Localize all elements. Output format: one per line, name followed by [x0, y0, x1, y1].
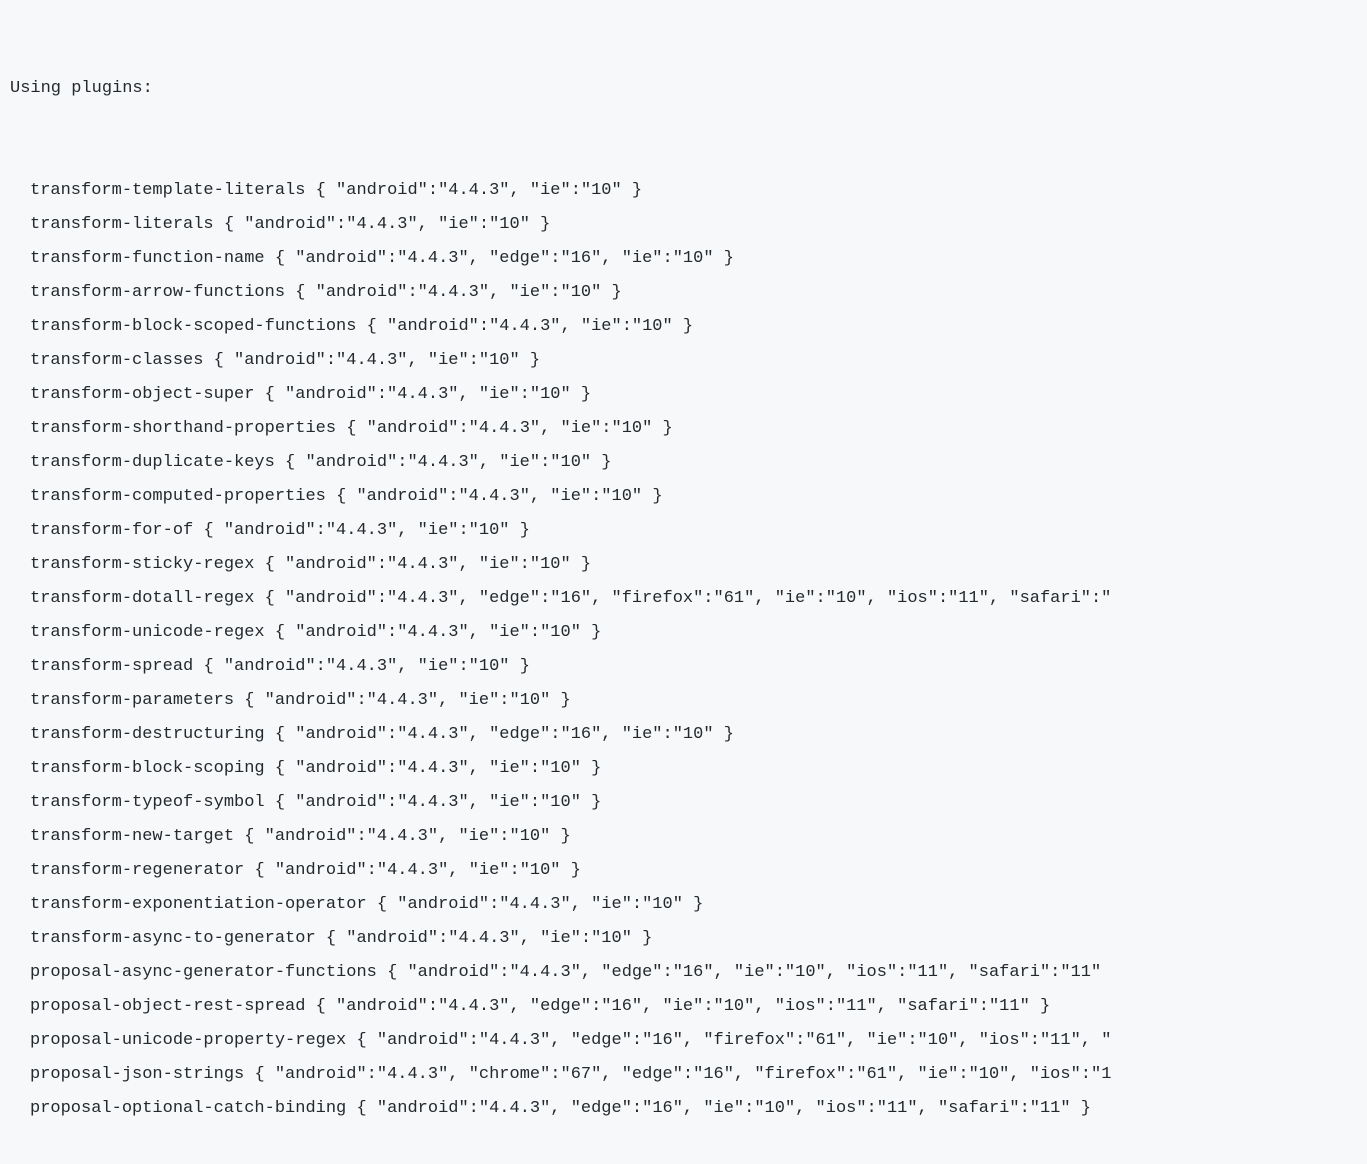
plugin-targets: { "android":"4.4.3", "ie":"10" }: [367, 317, 693, 336]
plugin-name: transform-computed-properties: [30, 487, 326, 506]
plugin-line: transform-typeof-symbol { "android":"4.4…: [10, 786, 1367, 820]
plugin-line: proposal-object-rest-spread { "android":…: [10, 990, 1367, 1024]
plugin-name: transform-literals: [30, 215, 214, 234]
plugin-name: transform-block-scoping: [30, 759, 265, 778]
plugin-targets: { "android":"4.4.3", "ie":"10" }: [346, 419, 672, 438]
plugin-line: transform-for-of { "android":"4.4.3", "i…: [10, 514, 1367, 548]
plugin-name: transform-for-of: [30, 521, 193, 540]
plugin-name: transform-spread: [30, 657, 193, 676]
plugin-targets: { "android":"4.4.3", "ie":"10" }: [244, 691, 570, 710]
plugin-targets: { "android":"4.4.3", "ie":"10" }: [265, 555, 591, 574]
plugin-targets: { "android":"4.4.3", "ie":"10" }: [203, 521, 529, 540]
plugin-targets: { "android":"4.4.3", "edge":"16", "ie":"…: [387, 963, 1101, 982]
plugins-list: transform-template-literals { "android":…: [10, 174, 1367, 1126]
plugin-targets: { "android":"4.4.3", "ie":"10" }: [244, 827, 570, 846]
plugin-name: transform-sticky-regex: [30, 555, 254, 574]
code-block: Using plugins: transform-template-litera…: [0, 4, 1367, 1160]
plugin-line: transform-shorthand-properties { "androi…: [10, 412, 1367, 446]
plugin-line: transform-object-super { "android":"4.4.…: [10, 378, 1367, 412]
plugin-targets: { "android":"4.4.3", "edge":"16", "ie":"…: [275, 725, 734, 744]
plugin-name: proposal-async-generator-functions: [30, 963, 377, 982]
plugin-name: transform-regenerator: [30, 861, 244, 880]
plugin-line: transform-literals { "android":"4.4.3", …: [10, 208, 1367, 242]
plugin-targets: { "android":"4.4.3", "ie":"10" }: [224, 215, 550, 234]
plugin-name: transform-function-name: [30, 249, 265, 268]
plugin-name: transform-parameters: [30, 691, 234, 710]
plugin-line: transform-exponentiation-operator { "and…: [10, 888, 1367, 922]
plugin-targets: { "android":"4.4.3", "edge":"16", "ie":"…: [275, 249, 734, 268]
plugin-name: transform-shorthand-properties: [30, 419, 336, 438]
plugin-targets: { "android":"4.4.3", "ie":"10" }: [275, 623, 601, 642]
plugin-name: transform-typeof-symbol: [30, 793, 265, 812]
plugin-name: proposal-json-strings: [30, 1065, 244, 1084]
plugin-targets: { "android":"4.4.3", "edge":"16", "firef…: [265, 589, 1112, 608]
plugin-line: proposal-optional-catch-binding { "andro…: [10, 1092, 1367, 1126]
plugin-targets: { "android":"4.4.3", "ie":"10" }: [336, 487, 662, 506]
plugin-name: transform-arrow-functions: [30, 283, 285, 302]
plugin-targets: { "android":"4.4.3", "ie":"10" }: [295, 283, 621, 302]
plugin-name: transform-unicode-regex: [30, 623, 265, 642]
plugin-targets: { "android":"4.4.3", "ie":"10" }: [254, 861, 580, 880]
plugin-name: proposal-unicode-property-regex: [30, 1031, 346, 1050]
plugin-targets: { "android":"4.4.3", "ie":"10" }: [275, 793, 601, 812]
plugin-line: transform-destructuring { "android":"4.4…: [10, 718, 1367, 752]
plugin-line: transform-async-to-generator { "android"…: [10, 922, 1367, 956]
plugin-line: transform-new-target { "android":"4.4.3"…: [10, 820, 1367, 854]
plugin-line: transform-sticky-regex { "android":"4.4.…: [10, 548, 1367, 582]
plugin-targets: { "android":"4.4.3", "ie":"10" }: [214, 351, 540, 370]
plugin-targets: { "android":"4.4.3", "edge":"16", "ie":"…: [316, 997, 1051, 1016]
plugin-name: transform-exponentiation-operator: [30, 895, 367, 914]
plugin-line: transform-unicode-regex { "android":"4.4…: [10, 616, 1367, 650]
plugin-line: transform-duplicate-keys { "android":"4.…: [10, 446, 1367, 480]
plugin-targets: { "android":"4.4.3", "edge":"16", "firef…: [356, 1031, 1111, 1050]
plugin-line: proposal-unicode-property-regex { "andro…: [10, 1024, 1367, 1058]
plugin-name: transform-object-super: [30, 385, 254, 404]
plugin-name: transform-block-scoped-functions: [30, 317, 356, 336]
plugin-line: proposal-json-strings { "android":"4.4.3…: [10, 1058, 1367, 1092]
plugin-name: transform-dotall-regex: [30, 589, 254, 608]
plugin-line: transform-function-name { "android":"4.4…: [10, 242, 1367, 276]
plugin-targets: { "android":"4.4.3", "ie":"10" }: [326, 929, 652, 948]
plugin-line: transform-arrow-functions { "android":"4…: [10, 276, 1367, 310]
plugin-name: transform-destructuring: [30, 725, 265, 744]
plugin-targets: { "android":"4.4.3", "ie":"10" }: [377, 895, 703, 914]
plugin-line: transform-block-scoped-functions { "andr…: [10, 310, 1367, 344]
plugin-targets: { "android":"4.4.3", "ie":"10" }: [275, 759, 601, 778]
plugin-line: transform-spread { "android":"4.4.3", "i…: [10, 650, 1367, 684]
plugin-targets: { "android":"4.4.3", "ie":"10" }: [316, 181, 642, 200]
plugins-header: Using plugins:: [10, 72, 1367, 106]
plugin-name: transform-template-literals: [30, 181, 305, 200]
plugin-name: transform-duplicate-keys: [30, 453, 275, 472]
plugin-name: transform-async-to-generator: [30, 929, 316, 948]
plugin-name: transform-new-target: [30, 827, 234, 846]
plugin-line: transform-parameters { "android":"4.4.3"…: [10, 684, 1367, 718]
plugin-line: transform-dotall-regex { "android":"4.4.…: [10, 582, 1367, 616]
plugin-line: transform-template-literals { "android":…: [10, 174, 1367, 208]
plugin-line: transform-block-scoping { "android":"4.4…: [10, 752, 1367, 786]
plugin-targets: { "android":"4.4.3", "chrome":"67", "edg…: [254, 1065, 1111, 1084]
plugin-line: transform-computed-properties { "android…: [10, 480, 1367, 514]
plugin-targets: { "android":"4.4.3", "ie":"10" }: [285, 453, 611, 472]
plugin-targets: { "android":"4.4.3", "edge":"16", "ie":"…: [356, 1099, 1091, 1118]
plugin-line: transform-regenerator { "android":"4.4.3…: [10, 854, 1367, 888]
plugin-name: proposal-optional-catch-binding: [30, 1099, 346, 1118]
plugin-name: proposal-object-rest-spread: [30, 997, 305, 1016]
plugin-targets: { "android":"4.4.3", "ie":"10" }: [265, 385, 591, 404]
plugin-line: proposal-async-generator-functions { "an…: [10, 956, 1367, 990]
plugin-name: transform-classes: [30, 351, 203, 370]
plugin-targets: { "android":"4.4.3", "ie":"10" }: [203, 657, 529, 676]
plugin-line: transform-classes { "android":"4.4.3", "…: [10, 344, 1367, 378]
